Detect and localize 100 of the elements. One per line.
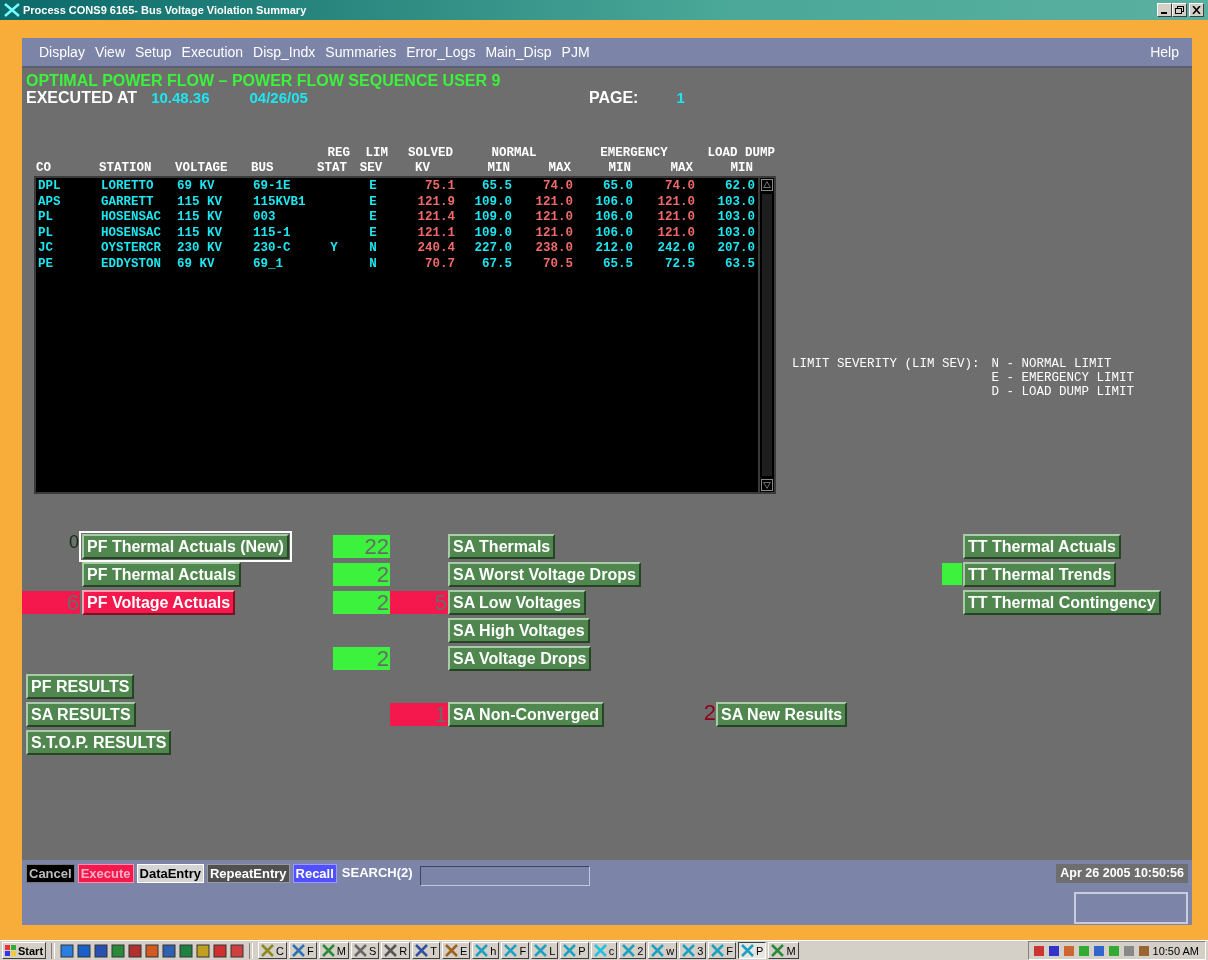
menu-item[interactable]: View bbox=[89, 42, 130, 62]
menu-item[interactable]: PJM bbox=[556, 42, 595, 62]
column-header: SEV bbox=[358, 161, 384, 176]
menu-item[interactable]: Error_Logs bbox=[401, 42, 481, 62]
table-cell-text: 230 KV bbox=[176, 241, 223, 257]
navigation-button[interactable]: PF RESULTS bbox=[26, 674, 135, 699]
help-menu[interactable]: Help bbox=[1145, 42, 1184, 62]
navigation-button[interactable]: TT Thermal Actuals bbox=[963, 534, 1121, 559]
navigation-button[interactable]: SA Voltage Drops bbox=[448, 646, 592, 671]
column-header: STAT bbox=[316, 161, 348, 176]
task-button[interactable]: S bbox=[350, 942, 380, 959]
table-cell-text: 103.0 bbox=[716, 225, 756, 241]
menu-item[interactable]: Summaries bbox=[320, 42, 402, 62]
column-group-header: EMERGENCY bbox=[599, 146, 669, 161]
count-indicator: 2 bbox=[333, 591, 390, 614]
table-cell-text: 121.0 bbox=[534, 194, 574, 210]
legend-entry: N - NORMAL LIMIT bbox=[991, 357, 1113, 371]
count-label: 0 bbox=[68, 531, 80, 553]
alert-count-indicator: 1 bbox=[390, 703, 448, 726]
table-cell-text: N bbox=[368, 241, 378, 257]
task-button[interactable]: P bbox=[560, 942, 589, 959]
table-cell-text: 121.0 bbox=[656, 225, 696, 241]
navigation-button[interactable]: SA Low Voltages bbox=[448, 590, 586, 615]
task-button[interactable]: 3 bbox=[679, 942, 707, 959]
clock: 10:50 AM bbox=[1152, 944, 1199, 957]
table-cell-text: DPL bbox=[37, 179, 62, 195]
window-title: Process CONS9 6165- Bus Voltage Violation Summary bbox=[23, 4, 308, 16]
menu-item[interactable]: Display bbox=[34, 42, 90, 62]
search-label: SEARCH(2) bbox=[341, 865, 413, 880]
navigation-button[interactable]: SA Thermals bbox=[448, 534, 556, 559]
table-cell-text: 212.0 bbox=[594, 241, 634, 257]
page-number: 1 bbox=[676, 89, 685, 106]
alert-count-indicator: 6 bbox=[22, 591, 80, 614]
task-button[interactable]: T bbox=[412, 942, 440, 959]
navigation-button[interactable]: SA Worst Voltage Drops bbox=[448, 562, 641, 587]
table-cell-text: HOSENSAC bbox=[100, 225, 162, 241]
display-title: OPTIMAL POWER FLOW – POWER FLOW SEQUENCE USER 9 bbox=[26, 72, 502, 89]
task-button[interactable]: w bbox=[648, 942, 678, 959]
task-button[interactable]: h bbox=[472, 942, 500, 959]
navigation-button[interactable]: SA Non-Converged bbox=[448, 702, 605, 727]
command-button[interactable]: Recall bbox=[292, 864, 337, 883]
count-indicator: 22 bbox=[333, 535, 390, 558]
task-button[interactable]: 2 bbox=[619, 942, 647, 959]
task-button[interactable]: F bbox=[501, 942, 530, 959]
menu-item[interactable]: Execution bbox=[176, 42, 249, 62]
navigation-button[interactable]: PF Thermal Actuals bbox=[82, 562, 241, 587]
table-cell-text: E bbox=[368, 225, 378, 241]
navigation-button[interactable]: S.T.O.P. RESULTS bbox=[26, 730, 172, 755]
task-button[interactable]: c bbox=[590, 942, 618, 959]
task-button[interactable]: F bbox=[708, 942, 737, 959]
table-cell-text: Y bbox=[329, 241, 339, 257]
navigation-button[interactable]: PF Voltage Actuals bbox=[82, 590, 236, 615]
menu-item[interactable]: Disp_Indx bbox=[248, 42, 321, 62]
table-cell-text: 69 KV bbox=[176, 179, 216, 195]
navigation-button[interactable]: TT Thermal Trends bbox=[963, 562, 1117, 587]
command-button[interactable]: RepeatEntry bbox=[206, 864, 290, 883]
task-button[interactable]: F bbox=[289, 942, 317, 959]
table-cell-text: 106.0 bbox=[594, 225, 634, 241]
task-button[interactable]: P bbox=[738, 942, 767, 959]
table-cell-text: 62.0 bbox=[724, 179, 756, 195]
command-button[interactable]: Execute bbox=[77, 864, 134, 883]
table-cell-text: 121.1 bbox=[416, 225, 456, 241]
command-button[interactable]: Cancel bbox=[26, 864, 75, 883]
task-button[interactable]: M bbox=[318, 942, 349, 959]
table-cell-text: GARRETT bbox=[100, 194, 155, 210]
task-button[interactable]: C bbox=[258, 942, 287, 959]
table-cell-text: 65.0 bbox=[602, 179, 634, 195]
navigation-button[interactable]: SA New Results bbox=[716, 702, 848, 727]
page-label: PAGE: bbox=[588, 89, 639, 106]
column-header: MIN bbox=[486, 161, 511, 176]
table-cell-text: 106.0 bbox=[594, 194, 634, 210]
table-cell-text: 207.0 bbox=[716, 241, 756, 257]
alert-count-indicator: 5 bbox=[390, 591, 448, 614]
column-group-header: LIM bbox=[364, 146, 389, 161]
navigation-button[interactable]: PF Thermal Actuals (New) bbox=[82, 534, 289, 559]
navigation-button[interactable]: SA High Voltages bbox=[448, 618, 590, 643]
table-cell-text: 109.0 bbox=[473, 210, 513, 226]
table-cell-text: E bbox=[368, 194, 378, 210]
task-button[interactable]: M bbox=[768, 942, 799, 959]
task-button[interactable]: L bbox=[531, 942, 559, 959]
column-header: MIN bbox=[607, 161, 632, 176]
table-cell-text: 121.0 bbox=[656, 210, 696, 226]
menu-item[interactable]: Setup bbox=[130, 42, 177, 62]
task-button[interactable]: E bbox=[441, 942, 471, 959]
table-cell-text: 70.7 bbox=[424, 256, 456, 272]
navigation-button[interactable]: SA RESULTS bbox=[26, 702, 136, 727]
table-cell-text: 121.9 bbox=[416, 194, 456, 210]
table-cell-text: 69-1E bbox=[252, 179, 292, 195]
navigation-button[interactable]: TT Thermal Contingency bbox=[963, 590, 1161, 615]
table-cell-text: PL bbox=[37, 210, 54, 226]
task-button[interactable]: R bbox=[381, 942, 411, 959]
table-cell-text: 69_1 bbox=[252, 256, 284, 272]
table-cell-text: 106.0 bbox=[594, 210, 634, 226]
table-cell-text: 65.5 bbox=[602, 256, 634, 272]
legend-title: LIMIT SEVERITY (LIM SEV): bbox=[792, 357, 980, 371]
menu-item[interactable]: Main_Disp bbox=[480, 42, 557, 62]
command-button[interactable]: DataEntry bbox=[136, 864, 204, 883]
column-header: KV bbox=[414, 161, 431, 176]
start-button[interactable]: Start bbox=[2, 942, 47, 959]
table-cell-text: PE bbox=[37, 256, 54, 272]
